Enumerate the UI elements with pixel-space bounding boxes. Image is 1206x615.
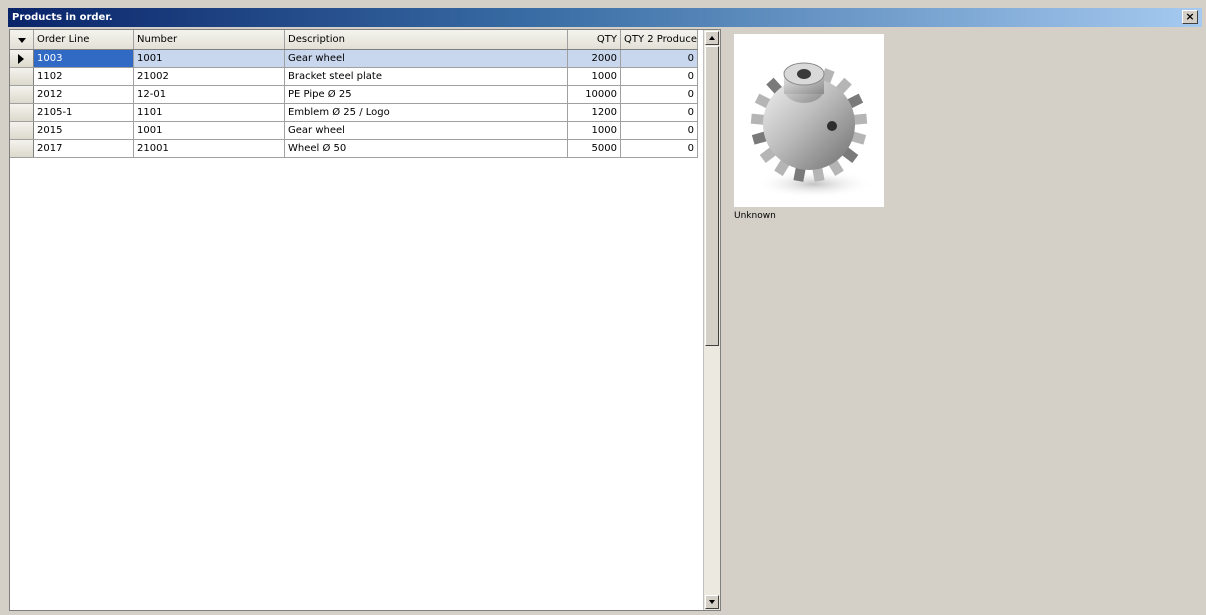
row-selector[interactable] bbox=[10, 86, 34, 103]
row-selector[interactable] bbox=[10, 104, 34, 121]
table-row[interactable]: 2017 21001 Wheel Ø 50 5000 0 bbox=[10, 140, 698, 158]
cell-qty-to-produce[interactable]: 0 bbox=[621, 86, 698, 103]
cell-description[interactable]: Gear wheel bbox=[285, 122, 568, 139]
cell-order-line[interactable]: 2105-1 bbox=[34, 104, 134, 121]
cell-description[interactable]: Emblem Ø 25 / Logo bbox=[285, 104, 568, 121]
cell-qty-to-produce[interactable]: 0 bbox=[621, 122, 698, 139]
product-image bbox=[734, 34, 884, 207]
row-selector[interactable] bbox=[10, 68, 34, 85]
row-selector[interactable] bbox=[10, 140, 34, 157]
row-selector[interactable] bbox=[10, 122, 34, 139]
current-row-arrow-icon bbox=[18, 54, 24, 64]
cell-qty[interactable]: 5000 bbox=[568, 140, 621, 157]
products-grid[interactable]: Order Line Number Description QTY QTY 2 … bbox=[9, 29, 721, 611]
cell-qty-to-produce[interactable]: 0 bbox=[621, 104, 698, 121]
scroll-thumb[interactable] bbox=[705, 46, 719, 346]
dropdown-arrow-icon bbox=[18, 38, 26, 43]
cell-order-line[interactable]: 2015 bbox=[34, 122, 134, 139]
column-header-order-line[interactable]: Order Line bbox=[34, 30, 134, 49]
cell-number[interactable]: 21001 bbox=[134, 140, 285, 157]
row-selector-header[interactable] bbox=[10, 30, 34, 49]
table-row[interactable]: 1003 1001 Gear wheel 2000 0 bbox=[10, 50, 698, 68]
cell-number[interactable]: 1101 bbox=[134, 104, 285, 121]
window-title: Products in order. bbox=[12, 12, 113, 23]
table-row[interactable]: 2015 1001 Gear wheel 1000 0 bbox=[10, 122, 698, 140]
window-titlebar: Products in order. × bbox=[8, 8, 1202, 27]
cell-number[interactable]: 21002 bbox=[134, 68, 285, 85]
row-selector[interactable] bbox=[10, 50, 34, 67]
cell-qty[interactable]: 1000 bbox=[568, 68, 621, 85]
column-header-qty[interactable]: QTY bbox=[568, 30, 621, 49]
grid-table: Order Line Number Description QTY QTY 2 … bbox=[10, 30, 698, 158]
grid-header: Order Line Number Description QTY QTY 2 … bbox=[10, 30, 698, 50]
cell-description[interactable]: Bracket steel plate bbox=[285, 68, 568, 85]
cell-description[interactable]: PE Pipe Ø 25 bbox=[285, 86, 568, 103]
close-button[interactable]: × bbox=[1182, 10, 1198, 24]
cell-qty-to-produce[interactable]: 0 bbox=[621, 68, 698, 85]
table-row[interactable]: 2105-1 1101 Emblem Ø 25 / Logo 1200 0 bbox=[10, 104, 698, 122]
column-header-description[interactable]: Description bbox=[285, 30, 568, 49]
cell-qty[interactable]: 1200 bbox=[568, 104, 621, 121]
cell-order-line[interactable]: 2012 bbox=[34, 86, 134, 103]
vertical-scrollbar[interactable] bbox=[703, 30, 720, 610]
cell-description[interactable]: Gear wheel bbox=[285, 50, 568, 67]
column-header-number[interactable]: Number bbox=[134, 30, 285, 49]
cell-description[interactable]: Wheel Ø 50 bbox=[285, 140, 568, 157]
image-caption: Unknown bbox=[734, 211, 776, 221]
cell-order-line[interactable]: 1003 bbox=[34, 50, 134, 67]
close-icon: × bbox=[1185, 10, 1195, 23]
cell-qty-to-produce[interactable]: 0 bbox=[621, 140, 698, 157]
cell-number[interactable]: 1001 bbox=[134, 122, 285, 139]
cell-order-line[interactable]: 1102 bbox=[34, 68, 134, 85]
cell-number[interactable]: 1001 bbox=[134, 50, 285, 67]
cell-number[interactable]: 12-01 bbox=[134, 86, 285, 103]
cell-order-line[interactable]: 2017 bbox=[34, 140, 134, 157]
scroll-down-button[interactable] bbox=[705, 595, 719, 609]
cell-qty-to-produce[interactable]: 0 bbox=[621, 50, 698, 67]
table-row[interactable]: 1102 21002 Bracket steel plate 1000 0 bbox=[10, 68, 698, 86]
scroll-up-button[interactable] bbox=[705, 31, 719, 45]
table-row[interactable]: 2012 12-01 PE Pipe Ø 25 10000 0 bbox=[10, 86, 698, 104]
cell-qty[interactable]: 10000 bbox=[568, 86, 621, 103]
column-header-qty-to-produce[interactable]: QTY 2 Produce bbox=[621, 30, 698, 49]
cell-qty[interactable]: 2000 bbox=[568, 50, 621, 67]
cell-qty[interactable]: 1000 bbox=[568, 122, 621, 139]
gear-wheel-image bbox=[750, 62, 874, 198]
